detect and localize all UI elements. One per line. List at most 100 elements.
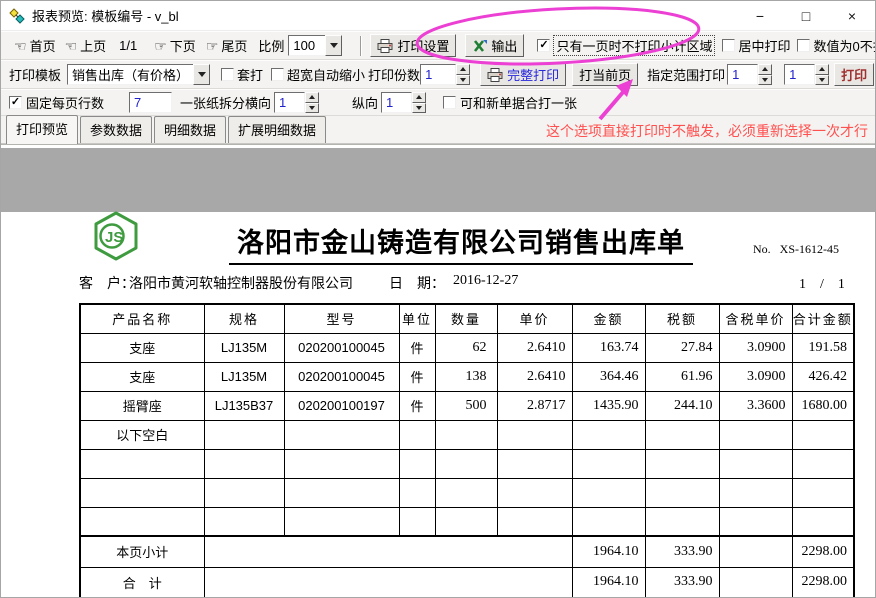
template-combobox[interactable]: 销售出库（有价格） [67, 64, 210, 86]
document-title: 洛阳市金山铸造有限公司销售出库单 [229, 221, 693, 265]
tab-detail-data[interactable]: 明细数据 [154, 116, 226, 143]
document-number: No. XS-1612-45 [753, 242, 839, 257]
rows-per-page-input[interactable]: 7 [129, 92, 172, 113]
split-vertical-stepper[interactable] [412, 92, 426, 113]
print-toolbar: 打印模板 销售出库（有价格） 套打 超宽自动缩小 打印份数 1 完整打印 打当前… [1, 60, 875, 89]
spin-down-icon[interactable] [758, 75, 772, 86]
date-value: 2016-12-27 [453, 273, 518, 289]
center-print-label[interactable]: 居中打印 [738, 36, 790, 55]
chevron-down-icon[interactable] [193, 64, 210, 85]
table-row: 支座LJ135M 020200100045件 622.6410 163.7427… [80, 333, 854, 362]
company-logo: JS [93, 211, 139, 265]
overlay-print-label[interactable]: 套打 [237, 65, 263, 84]
printer-icon [377, 39, 393, 53]
table-row: 支座LJ135M 020200100045件 1382.6410 364.466… [80, 362, 854, 391]
spin-up-icon[interactable] [456, 64, 470, 75]
range-to-value: 1 [789, 67, 796, 82]
spin-down-icon[interactable] [815, 75, 829, 86]
spin-down-icon[interactable] [305, 103, 319, 114]
range-from-stepper[interactable] [758, 64, 772, 85]
printer-icon [487, 68, 503, 82]
print-preview-pane[interactable]: JS 洛阳市金山铸造有限公司销售出库单 No. XS-1612-45 客 户： … [1, 144, 876, 598]
tab-strip: 打印预览 参数数据 明细数据 扩展明细数据 这个选项直接打印时不触发，必须重新选… [1, 116, 875, 144]
tab-print-preview[interactable]: 打印预览 [6, 115, 78, 144]
fixed-rows-checkbox[interactable]: ✓ [9, 96, 22, 109]
range-to-stepper[interactable] [815, 64, 829, 85]
svg-text:JS: JS [105, 229, 123, 246]
close-button[interactable]: × [829, 1, 875, 31]
print-label: 打印 [841, 65, 867, 84]
export-button[interactable]: 输出 [465, 34, 524, 57]
next-page-label: 下页 [170, 36, 196, 55]
fixed-rows-label[interactable]: 固定每页行数 [26, 93, 104, 112]
annotation-text: 这个选项直接打印时不触发，必须重新选择一次才行 [546, 121, 868, 141]
zero-value-label[interactable]: 数值为0不打 [813, 36, 875, 55]
prev-page-button[interactable]: ☜ 上页 [62, 35, 110, 56]
range-to-input[interactable]: 1 [784, 64, 815, 85]
split-vertical-input[interactable]: 1 [381, 92, 412, 113]
skip-subtotal-checkbox[interactable]: ✓ [537, 39, 550, 52]
rows-per-page-value: 7 [134, 95, 141, 110]
title-bar: 报表预览: 模板编号 - v_bl − □ × [1, 1, 875, 31]
table-row [80, 449, 854, 478]
split-vertical-label: 纵向 [352, 93, 378, 112]
shrink-label[interactable]: 超宽自动缩小 [287, 65, 365, 84]
customer-name: 洛阳市黄河软轴控制器股份有限公司 [129, 273, 353, 293]
spin-down-icon[interactable] [456, 75, 470, 86]
split-horizontal-value: 1 [279, 95, 286, 110]
prev-page-label: 上页 [80, 36, 106, 55]
overlay-print-checkbox[interactable] [221, 68, 234, 81]
navigation-toolbar: ☜ 首页 ☜ 上页 1/1 ☞ 下页 ☞ 尾页 比例 100 [1, 31, 875, 60]
next-page-button[interactable]: ☞ 下页 [151, 35, 199, 56]
spin-up-icon[interactable] [412, 92, 426, 103]
table-row: 以下空白 [80, 420, 854, 449]
table-header-row: 产品名称规格 型号单位 数量单价 金额税额 含税单价合计金额 [80, 304, 854, 333]
document-page: JS 洛阳市金山铸造有限公司销售出库单 No. XS-1612-45 客 户： … [1, 145, 876, 598]
print-button[interactable]: 打印 [834, 63, 874, 86]
customer-label: 客 户： [79, 273, 135, 293]
print-current-button[interactable]: 打当前页 [572, 63, 638, 86]
first-page-button[interactable]: ☜ 首页 [11, 35, 59, 56]
split-horizontal-stepper[interactable] [305, 92, 319, 113]
page-indicator: 1/1 [119, 38, 137, 53]
first-page-label: 首页 [30, 36, 56, 55]
minimize-button[interactable]: − [737, 1, 783, 31]
copies-label: 打印份数 [368, 65, 420, 84]
report-preview-window: 报表预览: 模板编号 - v_bl − □ × ☜ 首页 ☜ 上页 1/1 ☞ … [0, 0, 876, 598]
tab-parameter-data[interactable]: 参数数据 [80, 116, 152, 143]
scale-combobox[interactable]: 100 [288, 35, 342, 57]
spin-up-icon[interactable] [305, 92, 319, 103]
excel-export-icon [472, 39, 487, 53]
tab-extended-detail-data[interactable]: 扩展明细数据 [228, 116, 326, 143]
chevron-down-icon[interactable] [325, 35, 342, 56]
page-number: 1 / 1 [799, 273, 845, 293]
spin-up-icon[interactable] [758, 64, 772, 75]
split-vertical-value: 1 [386, 95, 393, 110]
range-from-input[interactable]: 1 [727, 64, 758, 85]
combine-label[interactable]: 可和新单据合打一张 [460, 93, 577, 112]
maximize-button[interactable]: □ [783, 1, 829, 31]
last-page-button[interactable]: ☞ 尾页 [203, 35, 251, 56]
scale-value: 100 [288, 35, 325, 56]
shrink-checkbox[interactable] [271, 68, 284, 81]
print-current-label: 打当前页 [579, 65, 631, 84]
table-row [80, 478, 854, 507]
copies-input[interactable]: 1 [420, 64, 456, 85]
full-print-button[interactable]: 完整打印 [480, 63, 566, 86]
split-horizontal-label: 一张纸拆分横向 [180, 93, 271, 112]
print-setup-button[interactable]: 打印设置 [370, 34, 456, 57]
no-value: XS-1612-45 [780, 242, 839, 257]
template-label: 打印模板 [9, 65, 61, 84]
zero-value-checkbox[interactable] [797, 39, 810, 52]
center-print-checkbox[interactable] [722, 39, 735, 52]
window-title: 报表预览: 模板编号 - v_bl [32, 6, 179, 25]
skip-subtotal-label[interactable]: 只有一页时不打印小计区域 [553, 35, 715, 56]
spin-down-icon[interactable] [412, 103, 426, 114]
hand-left-icon: ☜ [14, 39, 27, 53]
combine-checkbox[interactable] [443, 96, 456, 109]
spin-up-icon[interactable] [815, 64, 829, 75]
layout-toolbar: ✓ 固定每页行数 7 一张纸拆分横向 1 纵向 1 可和新单据合打一张 [1, 89, 875, 116]
print-setup-label: 打印设置 [397, 36, 449, 55]
copies-stepper[interactable] [456, 64, 470, 85]
split-horizontal-input[interactable]: 1 [274, 92, 305, 113]
